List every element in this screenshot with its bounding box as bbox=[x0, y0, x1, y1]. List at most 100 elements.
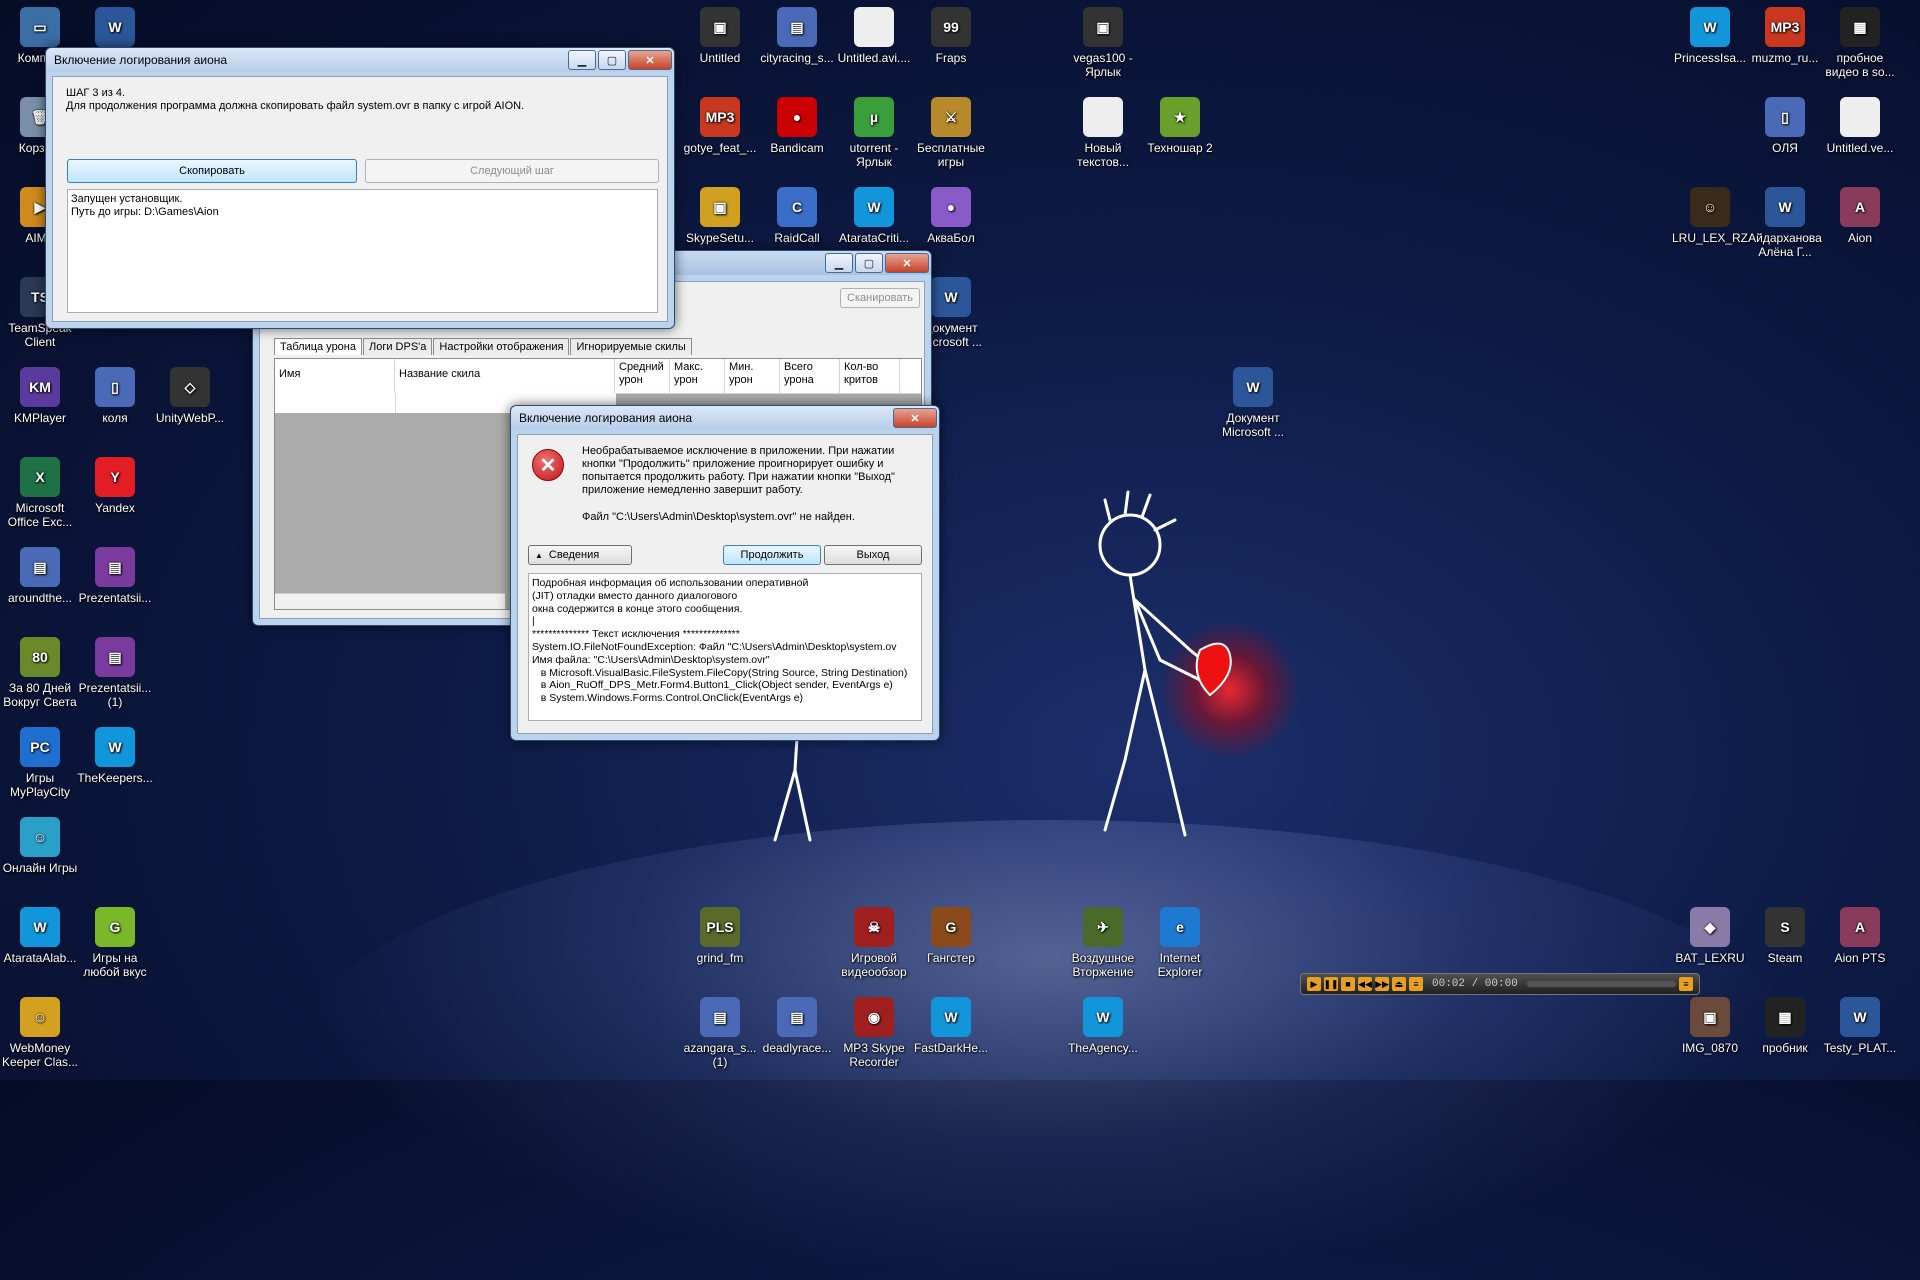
details-button[interactable]: ▲ Сведения bbox=[528, 545, 632, 565]
desktop-icon-game-review[interactable]: ☠ Игровой видеообзор bbox=[834, 905, 914, 979]
desktop-icon-lru-lex[interactable]: ☺ LRU_LEX_RZ bbox=[1670, 185, 1750, 245]
desktop-icon-air-invasion[interactable]: ✈ Воздушное Вторжение bbox=[1063, 905, 1143, 979]
desktop-icon-vegas[interactable]: ▣ vegas100 - Ярлык bbox=[1063, 5, 1143, 79]
tab-display-settings[interactable]: Настройки отображения bbox=[433, 338, 570, 355]
desktop-icon-games-taste[interactable]: G Игры на любой вкус bbox=[75, 905, 155, 979]
desktop-icon-untitled-avi[interactable]: Untitled.avi.... bbox=[834, 5, 914, 65]
dps-tabs: Таблица урона Логи DPS'a Настройки отобр… bbox=[274, 338, 693, 355]
minimize-button[interactable]: ▁ bbox=[568, 50, 596, 70]
stop-icon[interactable]: ■ bbox=[1341, 977, 1355, 991]
desktop-icon-label: Aion bbox=[1847, 231, 1873, 245]
desktop-icon-doc-ms2[interactable]: W Документ Microsoft ... bbox=[1213, 365, 1293, 439]
copy-button[interactable]: Скопировать bbox=[67, 159, 357, 183]
desktop-icon-atarata-criti[interactable]: W AtarataCriti... bbox=[834, 185, 914, 245]
minimize-button[interactable]: ▁ bbox=[825, 253, 853, 273]
equalizer-icon[interactable]: ≡ bbox=[1409, 977, 1423, 991]
desktop-icon-webmoney[interactable]: ☺ WebMoney Keeper Clas... bbox=[0, 995, 80, 1069]
play-icon[interactable]: ▶ bbox=[1307, 977, 1321, 991]
desktop-icon-fraps[interactable]: 99 Fraps bbox=[911, 5, 991, 65]
menu-icon[interactable]: ≡ bbox=[1679, 977, 1693, 991]
desktop-icon-ie[interactable]: e Internet Explorer bbox=[1140, 905, 1220, 979]
desktop-icon-utorrent[interactable]: µ utorrent - Ярлык bbox=[834, 95, 914, 169]
close-button[interactable]: ✕ bbox=[893, 408, 937, 428]
desktop-icon-skypesetup[interactable]: ▣ SkypeSetu... bbox=[680, 185, 760, 245]
next-step-button[interactable]: Следующий шаг bbox=[365, 159, 659, 183]
desktop-icon-muzmo[interactable]: MP3 muzmo_ru... bbox=[1745, 5, 1825, 65]
desktop-icon-fastdarkhe[interactable]: W FastDarkHe... bbox=[911, 995, 991, 1055]
tab-ignored-skills[interactable]: Игнорируемые скилы bbox=[570, 338, 692, 355]
desktop-icon-free-games[interactable]: ⚔ Бесплатные игры bbox=[911, 95, 991, 169]
desktop-icon-kolya[interactable]: ▯ коля bbox=[75, 365, 155, 425]
desktop-icon-azangara[interactable]: ▤ azangara_s... (1) bbox=[680, 995, 760, 1069]
tab-damage-table[interactable]: Таблица урона bbox=[274, 338, 362, 355]
close-button[interactable]: ✕ bbox=[885, 253, 929, 273]
scan-button[interactable]: Сканировать bbox=[840, 288, 920, 308]
desktop-icon-gangster[interactable]: G Гангстер bbox=[911, 905, 991, 965]
desktop-icon-label: azangara_s... (1) bbox=[683, 1041, 757, 1069]
desktop-icon-cityracing[interactable]: ▤ cityracing_s... bbox=[757, 5, 837, 65]
desktop-icon-excel[interactable]: X Microsoft Office Exc... bbox=[0, 455, 80, 529]
desktop-icon-unity[interactable]: ◇ UnityWebP... bbox=[150, 365, 230, 425]
desktop-icon-untitled-ve[interactable]: Untitled.ve... bbox=[1820, 95, 1900, 155]
pause-icon[interactable]: ❚❚ bbox=[1323, 977, 1339, 991]
next-icon[interactable]: ▶▶ bbox=[1375, 977, 1389, 991]
installer-log[interactable]: Запущен установщик. Путь до игры: D:\Gam… bbox=[67, 189, 658, 313]
desktop-icon-untitled1[interactable]: ▣ Untitled bbox=[680, 5, 760, 65]
desktop-icon-img-0870[interactable]: ▣ IMG_0870 bbox=[1670, 995, 1750, 1055]
eject-icon[interactable]: ⏏ bbox=[1392, 977, 1406, 991]
maximize-button[interactable]: ▢ bbox=[598, 50, 626, 70]
col-skill[interactable]: Название скила bbox=[395, 359, 615, 393]
desktop-icon-prezentatsii1[interactable]: ▤ Prezentatsii... bbox=[75, 545, 155, 605]
lru-lex-icon: ☺ bbox=[1690, 187, 1730, 227]
desktop-icon-new-text[interactable]: Новый текстов... bbox=[1063, 95, 1143, 169]
desktop-icon-thekeepers[interactable]: W TheKeepers... bbox=[75, 725, 155, 785]
desktop-icon-aion-pts[interactable]: A Aion PTS bbox=[1820, 905, 1900, 965]
desktop-icon-probnik[interactable]: ▦ пробник bbox=[1745, 995, 1825, 1055]
prev-icon[interactable]: ◀◀ bbox=[1358, 977, 1372, 991]
exit-button[interactable]: Выход bbox=[824, 545, 922, 565]
desktop-icon-label: Игры на любой вкус bbox=[83, 951, 147, 979]
desktop-icon-grind-fm[interactable]: PLS grind_fm bbox=[680, 905, 760, 965]
horizontal-scrollbar[interactable] bbox=[275, 593, 505, 609]
close-button[interactable]: ✕ bbox=[628, 50, 672, 70]
desktop-icon-theagency[interactable]: W TheAgency... bbox=[1063, 995, 1143, 1055]
desktop-icon-online-games[interactable]: ☺ Онлайн Игры bbox=[0, 815, 80, 875]
col-min[interactable]: Мин. урон bbox=[725, 359, 780, 393]
desktop-icon-atarataalab[interactable]: W AtarataAlab... bbox=[0, 905, 80, 965]
continue-button[interactable]: Продолжить bbox=[723, 545, 821, 565]
table-row[interactable] bbox=[275, 393, 396, 413]
desktop-icon-testy-plat[interactable]: W Testy_PLAT... bbox=[1820, 995, 1900, 1055]
col-max[interactable]: Макс. урон bbox=[670, 359, 725, 393]
desktop-icon-word-doc[interactable]: W bbox=[75, 5, 155, 51]
tab-dps-logs[interactable]: Логи DPS'a bbox=[363, 338, 433, 355]
desktop-icon-aroundthe[interactable]: ▤ aroundthe... bbox=[0, 545, 80, 605]
col-name[interactable]: Имя bbox=[275, 359, 395, 393]
desktop-icon-mp3skype[interactable]: ◉ MP3 Skype Recorder bbox=[834, 995, 914, 1069]
col-crits[interactable]: Кол-во критов bbox=[840, 359, 900, 393]
maximize-button[interactable]: ▢ bbox=[855, 253, 883, 273]
desktop-icon-yandex[interactable]: Y Yandex bbox=[75, 455, 155, 515]
col-avg[interactable]: Средний урон bbox=[615, 359, 670, 393]
col-total[interactable]: Всего урона bbox=[780, 359, 840, 393]
desktop-icon-kmplayer[interactable]: KM KMPlayer bbox=[0, 365, 80, 425]
desktop-icon-prezentatsii2[interactable]: ▤ Prezentatsii... (1) bbox=[75, 635, 155, 709]
word-doc-icon: W bbox=[95, 7, 135, 47]
desktop-icon-olya[interactable]: ▯ ОЛЯ bbox=[1745, 95, 1825, 155]
desktop-icon-gotye[interactable]: MP3 gotye_feat_... bbox=[680, 95, 760, 155]
desktop-icon-aion[interactable]: A Aion bbox=[1820, 185, 1900, 245]
desktop-icon-akvabol[interactable]: ● АкваБол bbox=[911, 185, 991, 245]
desktop-icon-probnoe-video[interactable]: ▦ пробное видео в so... bbox=[1820, 5, 1900, 79]
desktop-icon-steam[interactable]: S Steam bbox=[1745, 905, 1825, 965]
desktop-icon-technoshar[interactable]: ★ Техношар 2 bbox=[1140, 95, 1220, 155]
desktop-icon-deadlyrace[interactable]: ▤ deadlyrace... bbox=[757, 995, 837, 1055]
exception-details[interactable]: Подробная информация об использовании оп… bbox=[528, 573, 922, 721]
desktop-icon-princessisa[interactable]: W PrincessIsa... bbox=[1670, 5, 1750, 65]
desktop-icon-myplaycity[interactable]: PC Игры MyPlayCity bbox=[0, 725, 80, 799]
desktop-icon-raidcall[interactable]: C RaidCall bbox=[757, 185, 837, 245]
desktop-icon-80days[interactable]: 80 За 80 Дней Вокруг Света bbox=[0, 635, 80, 709]
desktop-icon-bandicam[interactable]: ● Bandicam bbox=[757, 95, 837, 155]
volume-slider[interactable] bbox=[1526, 981, 1676, 987]
desktop-icon-bat-lexru[interactable]: ◆ BAT_LEXRU bbox=[1670, 905, 1750, 965]
desktop-icon-aidarkhanova[interactable]: W Айдарханова Алёна Г... bbox=[1745, 185, 1825, 259]
bat-lexru-icon: ◆ bbox=[1690, 907, 1730, 947]
